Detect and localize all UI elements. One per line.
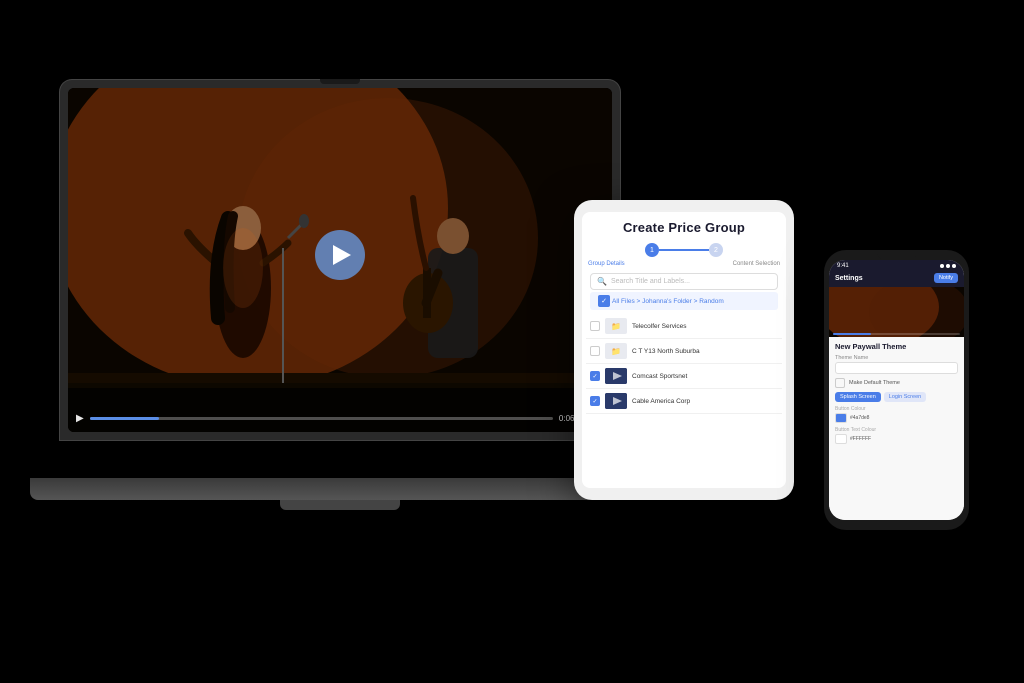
signal-icon — [940, 264, 944, 268]
step-line — [659, 249, 709, 251]
laptop-notch — [320, 79, 360, 84]
phone-time: 9:41 — [837, 263, 849, 269]
phone-content: New Paywall Theme Theme Name Make Defaul… — [829, 337, 964, 520]
phone-screen: 9:41 Settings Notify — [829, 260, 964, 520]
phone-header-title: Settings — [835, 275, 863, 282]
laptop-frame: ▶ 0:06 🔊 ⛶ — [60, 80, 620, 440]
phone-make-default-row: Make Default Theme — [835, 378, 958, 388]
phone-button-text-colour-group: Button Text Colour #FFFFFF — [835, 427, 958, 444]
phone-status-icons — [940, 264, 956, 268]
time-display: 0:06 — [559, 414, 575, 423]
pause-icon[interactable]: ▶ — [76, 413, 84, 424]
file-name-3: Comcast Sportsnet — [632, 373, 778, 380]
phone-tab-splash[interactable]: Splash Screen — [835, 392, 881, 402]
video-controls: ▶ 0:06 🔊 ⛶ — [76, 413, 604, 424]
main-scene: ▶ 0:06 🔊 ⛶ Create Price Group — [0, 0, 1024, 683]
phone-button-text-colour-label: Button Text Colour — [835, 427, 958, 433]
phone-header-button[interactable]: Notify — [934, 273, 958, 283]
file-checkbox-3[interactable]: ✓ — [590, 371, 600, 381]
file-list: 📁 Telecolfer Services 📁 C T Y13 North Su… — [582, 312, 786, 488]
phone-button-text-colour-swatch: #FFFFFF — [835, 434, 958, 444]
phone-button-colour-label: Button Colour — [835, 406, 958, 412]
play-icon — [333, 245, 351, 265]
play-button[interactable] — [315, 230, 365, 280]
laptop-base — [30, 478, 650, 500]
tablet-title: Create Price Group — [592, 220, 776, 235]
phone-video-thumbnail[interactable] — [829, 287, 964, 337]
file-checkbox-4[interactable]: ✓ — [590, 396, 600, 406]
tablet-device: Create Price Group 1 2 Group Details Con… — [574, 200, 794, 500]
phone-status-bar: 9:41 — [829, 260, 964, 271]
file-row: ✓ Comcast Sportsnet — [586, 364, 782, 389]
phone-thumb-fill — [833, 333, 871, 335]
phone-section-title: New Paywall Theme — [835, 342, 958, 351]
file-name-1: Telecolfer Services — [632, 323, 778, 330]
breadcrumb-check: ✓ — [598, 295, 610, 307]
file-row: 📁 C T Y13 North Suburba — [586, 339, 782, 364]
search-placeholder: Search Title and Labels... — [611, 278, 690, 285]
file-icon-2: 📁 — [605, 343, 627, 359]
phone-button-colour-value: #4a7de8 — [850, 415, 869, 421]
file-checkbox-2[interactable] — [590, 346, 600, 356]
phone-button-text-colour-value: #FFFFFF — [850, 436, 871, 442]
file-icon-1: 📁 — [605, 318, 627, 334]
phone-button-colour-group: Button Colour #4a7de8 — [835, 406, 958, 423]
tablet-breadcrumb: ✓ All Files > Johanna's Folder > Random — [590, 292, 778, 310]
file-row: 📁 Telecolfer Services — [586, 314, 782, 339]
tablet-search[interactable]: 🔍 Search Title and Labels... — [590, 273, 778, 290]
file-checkbox-1[interactable] — [590, 321, 600, 331]
tablet-screen: Create Price Group 1 2 Group Details Con… — [582, 212, 786, 488]
phone-button-text-colour-box[interactable] — [835, 434, 847, 444]
file-name-2: C T Y13 North Suburba — [632, 348, 778, 355]
file-icon-3 — [605, 368, 627, 384]
phone-notch — [877, 250, 917, 260]
file-row: ✓ Cable America Corp — [586, 389, 782, 414]
phone-button-colour-swatch: #4a7de8 — [835, 413, 958, 423]
video-player[interactable]: ▶ 0:06 🔊 ⛶ — [68, 88, 612, 432]
phone-thumb-progress-bar — [833, 333, 960, 335]
wifi-icon — [946, 264, 950, 268]
phone-make-default-checkbox[interactable] — [835, 378, 845, 388]
battery-icon — [952, 264, 956, 268]
search-icon: 🔍 — [597, 277, 607, 286]
file-icon-4 — [605, 393, 627, 409]
step-labels: Group Details Content Selection — [582, 261, 786, 271]
phone-device: 9:41 Settings Notify — [824, 250, 969, 530]
phone-make-default-label: Make Default Theme — [849, 380, 900, 386]
step-1-dot[interactable]: 1 — [645, 243, 659, 257]
breadcrumb-text: All Files > Johanna's Folder > Random — [612, 298, 724, 305]
phone-header: Settings Notify — [829, 271, 964, 287]
tablet-header: Create Price Group — [582, 212, 786, 239]
laptop-device: ▶ 0:06 🔊 ⛶ — [60, 80, 640, 500]
phone-button-colour-box[interactable] — [835, 413, 847, 423]
phone-theme-name-group: Theme Name — [835, 355, 958, 374]
tablet-stepper: 1 2 — [582, 239, 786, 261]
step-1-label: Group Details — [588, 261, 625, 267]
step-2-label: Content Selection — [733, 261, 780, 267]
progress-fill — [90, 417, 159, 420]
progress-bar[interactable] — [90, 417, 553, 420]
file-name-4: Cable America Corp — [632, 398, 778, 405]
phone-theme-name-label: Theme Name — [835, 355, 958, 361]
laptop-screen: ▶ 0:06 🔊 ⛶ — [68, 88, 612, 432]
step-2-dot[interactable]: 2 — [709, 243, 723, 257]
phone-screen-tabs: Splash Screen Login Screen — [835, 392, 958, 402]
phone-tab-login[interactable]: Login Screen — [884, 392, 926, 402]
phone-theme-name-input[interactable] — [835, 362, 958, 374]
